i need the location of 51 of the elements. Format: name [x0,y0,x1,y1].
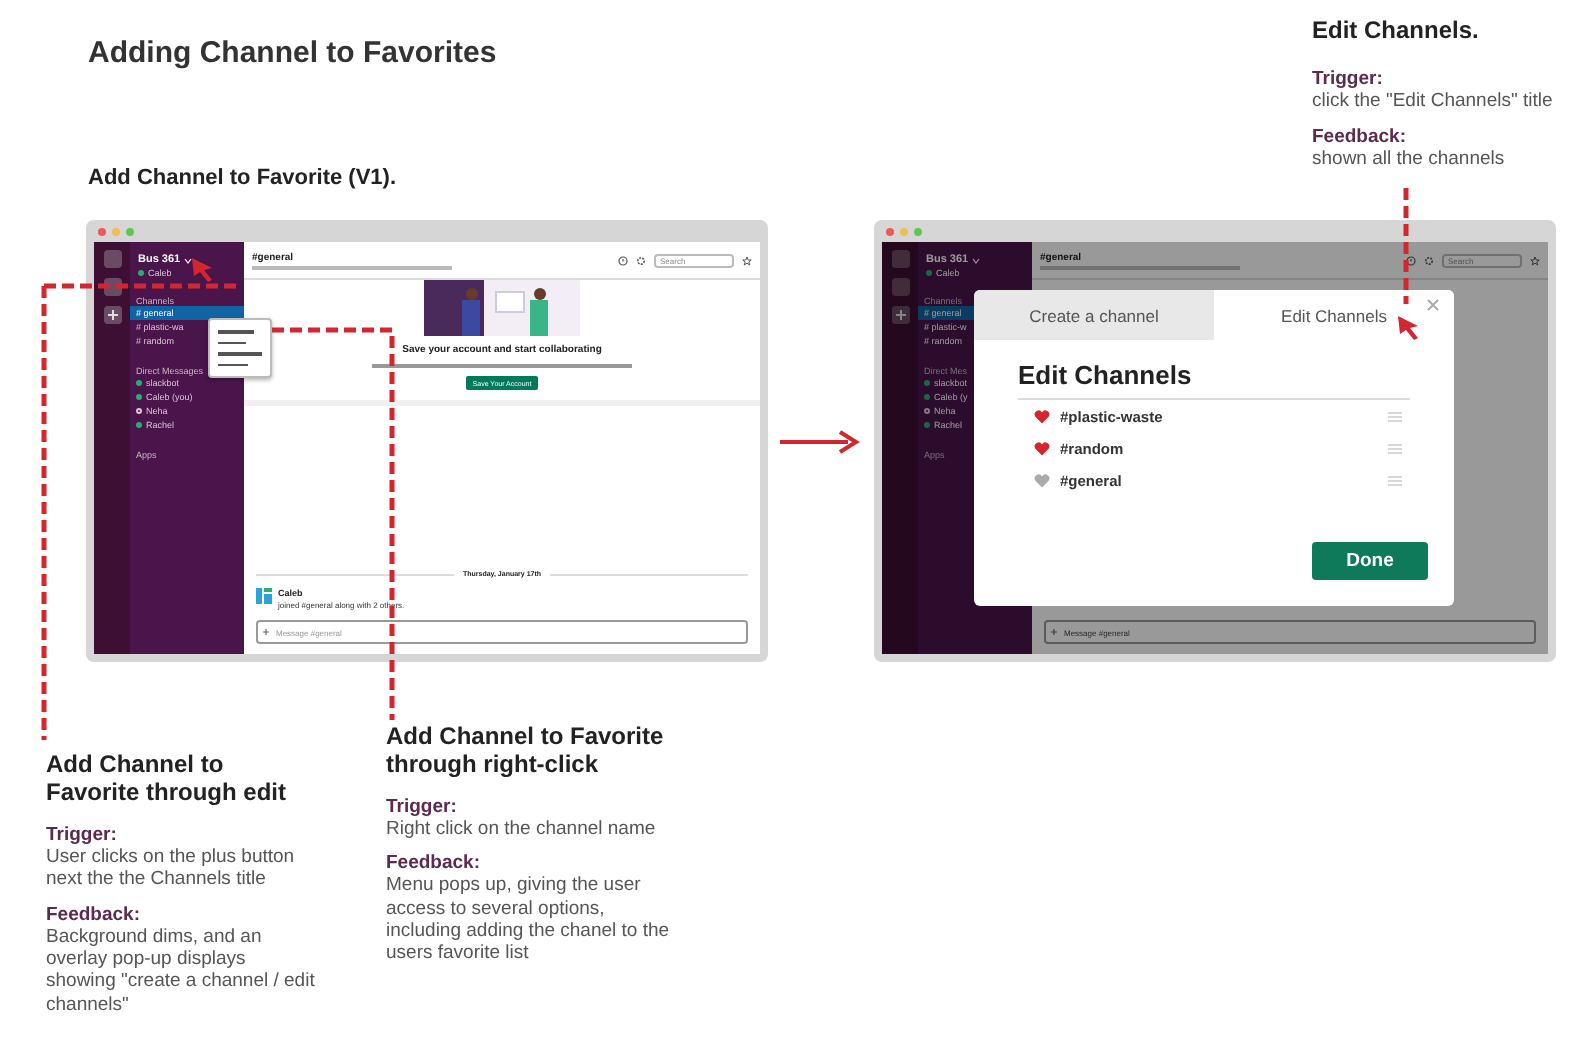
info-icon [618,255,628,265]
trigger-label: Trigger: [46,823,119,846]
modal-heading: Edit Channels [1018,360,1410,400]
close-icon[interactable] [1426,298,1440,312]
feedback-text: Background dims, and an overlay pop-up displays showing "create a channel / edit channels" [46,925,316,1017]
heart-icon[interactable] [1034,409,1050,423]
cursor-icon [1398,316,1418,340]
annotation-heading: Add Channel to Favorite through right-click [386,722,666,780]
plus-icon [1050,628,1058,636]
add-workspace-icon [891,306,909,324]
info-icon [1406,255,1416,265]
trigger-text: Right click on the channel name [386,817,658,841]
section-title: Add Channel to Favorite (V1). [88,166,397,190]
feedback-label: Feedback: [1312,125,1408,148]
feedback-label: Feedback: [46,903,142,926]
cursor-icon [192,258,212,282]
menu-item-line[interactable] [218,341,246,344]
feedback-text: shown all the channels [1312,147,1507,171]
feedback-label: Feedback: [386,852,482,875]
trigger-text: User clicks on the plus button next the the Channels title [46,845,297,892]
heart-icon[interactable] [1034,441,1050,455]
trigger-label: Trigger: [386,795,459,818]
add-workspace-icon [103,306,121,324]
trigger-label: Trigger: [1312,68,1385,91]
tab[interactable]: Create a channel [974,290,1214,340]
done-button[interactable]: Done [1312,542,1428,580]
leader-line [1403,188,1409,304]
drag-handle-icon [1388,475,1402,485]
star-icon [742,255,752,265]
settings-icon [636,255,646,265]
drag-handle-icon [1388,411,1402,421]
page-title: Adding Channel to Favorites [88,36,497,70]
trigger-text: click the "Edit Channels" title [1312,90,1555,114]
presence-dot [138,270,144,276]
presence-dot [926,270,932,276]
plus-icon [262,628,270,636]
heart-icon[interactable] [1034,473,1050,487]
settings-icon [1424,255,1434,265]
workspace-tile[interactable] [891,250,909,268]
drag-handle-icon [1388,443,1402,453]
workspace-tile[interactable] [891,278,909,296]
annotation-heading: Edit Channels. [1312,16,1481,45]
caret-icon [972,257,981,263]
caret-icon [184,257,193,263]
menu-item-line[interactable] [218,363,248,366]
avatar-icon [256,588,272,604]
annotation-heading: Add Channel to Favorite through edit [46,750,288,808]
feedback-text: Menu pops up, giving the user access to several options, including adding the chanel to the users favorite list [386,874,672,966]
star-icon [1530,255,1540,265]
workspace-tile[interactable] [103,250,121,268]
right-arrow [780,430,860,454]
